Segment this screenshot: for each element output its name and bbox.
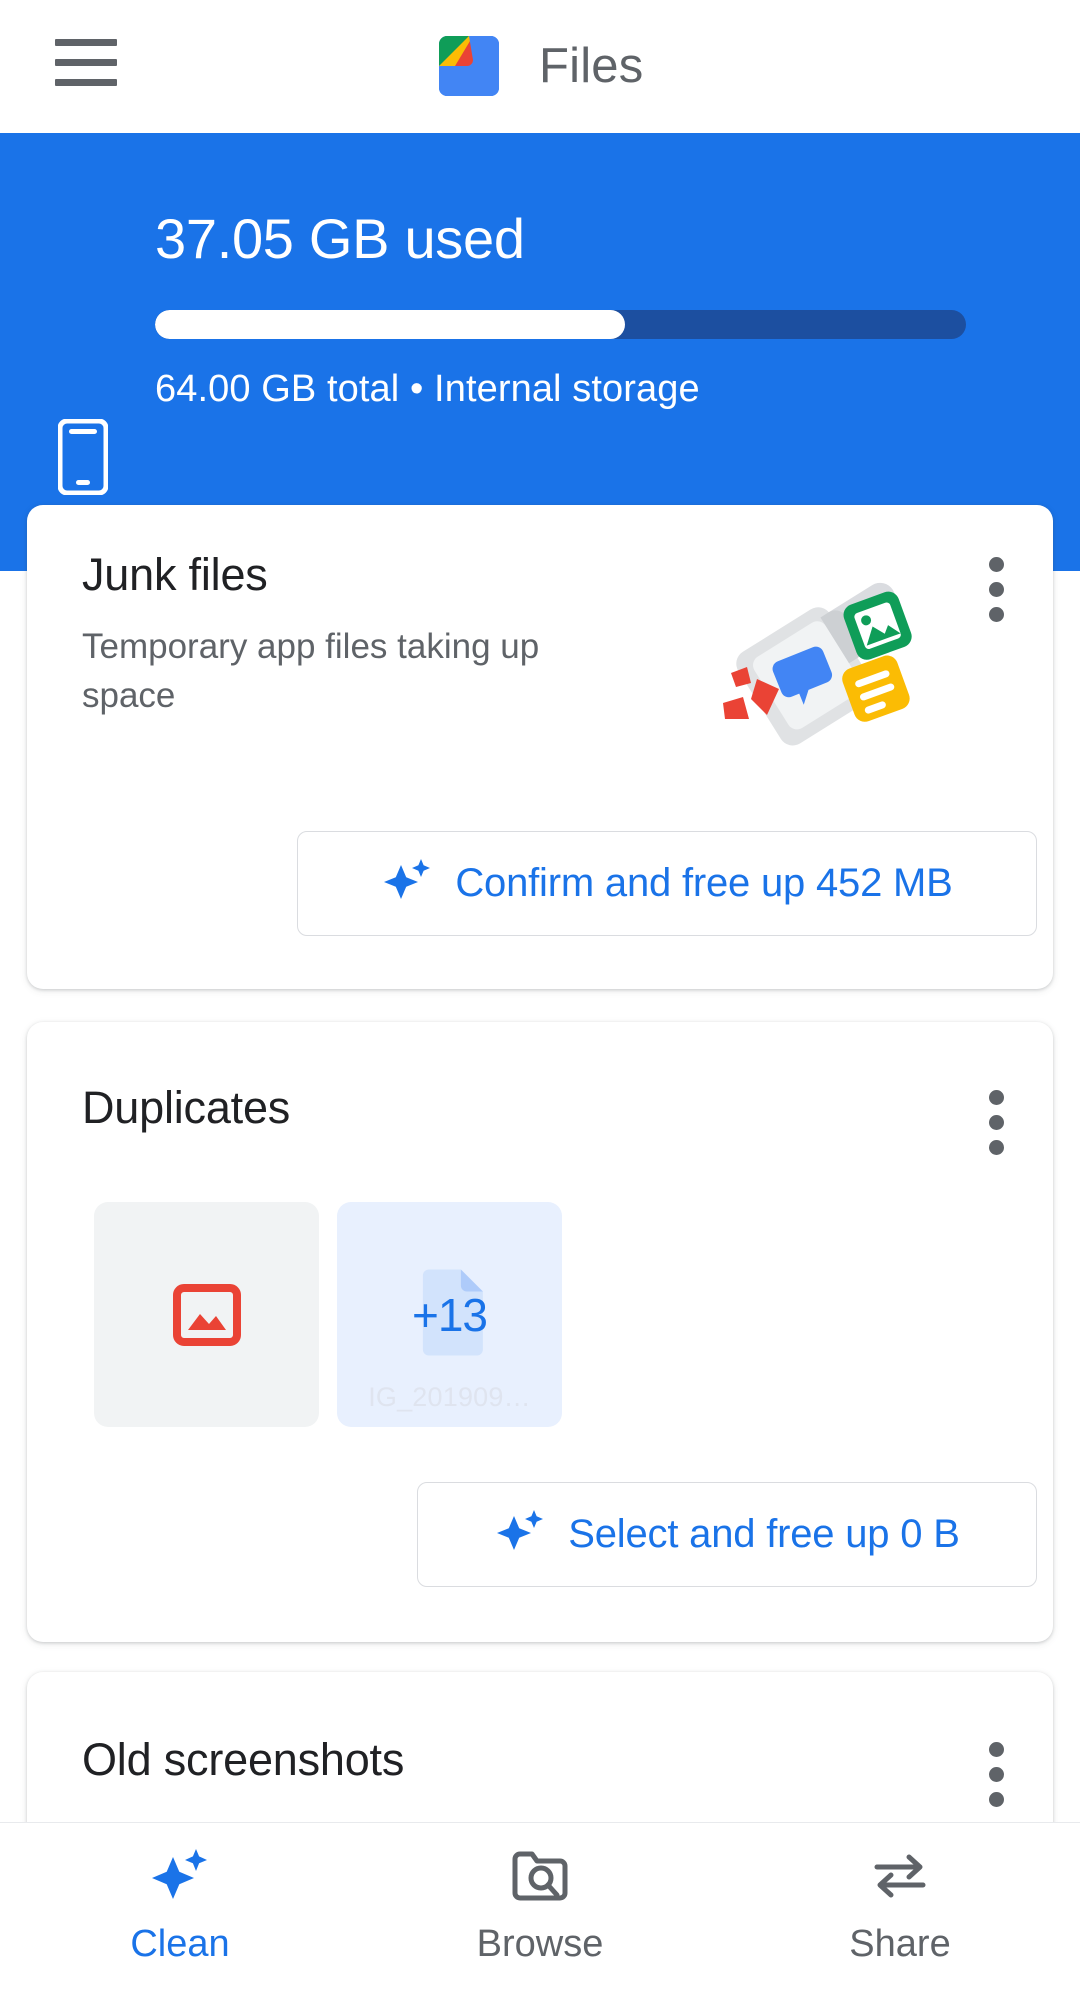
more-vert-icon[interactable] <box>987 1090 1005 1155</box>
nav-tab-clean[interactable]: Clean <box>0 1823 360 2010</box>
card-title: Duplicates <box>82 1082 291 1133</box>
dot <box>988 1792 1004 1807</box>
duplicate-count-label: +13 <box>411 1288 488 1341</box>
dot <box>988 1090 1004 1105</box>
dot <box>988 1742 1004 1757</box>
hamburger-line <box>55 58 117 66</box>
transfer-arrows-icon <box>869 1845 931 1907</box>
app-title: Files <box>539 39 644 93</box>
files-app-logo-icon <box>425 22 513 110</box>
nav-tab-clean-label: Clean <box>130 1923 230 1965</box>
sparkle-icon <box>149 1845 211 1907</box>
brand: Files <box>425 22 643 110</box>
dot <box>988 557 1004 572</box>
duplicate-filename-label: IG_201909… <box>368 1382 531 1412</box>
card-title: Junk files <box>82 549 268 600</box>
storage-progress-fill <box>155 310 625 339</box>
more-vert-icon[interactable] <box>987 1742 1005 1807</box>
app-bar: Files <box>0 0 1080 133</box>
hamburger-menu-icon[interactable] <box>55 33 117 91</box>
duplicate-thumbnail[interactable] <box>94 1202 319 1427</box>
hamburger-line <box>55 78 117 86</box>
junk-files-illustration-icon <box>717 569 957 749</box>
card-title: Old screenshots <box>82 1734 405 1785</box>
hamburger-line <box>55 38 117 46</box>
dot <box>988 582 1004 597</box>
dot <box>988 607 1004 622</box>
files-app-screen: Files 37.05 GB used 64.00 GB total • Int… <box>0 0 1080 2010</box>
select-free-up-button[interactable]: Select and free up 0 B <box>417 1482 1037 1587</box>
dot <box>988 1140 1004 1155</box>
duplicate-thumbnail-more[interactable]: +13 IG_201909… <box>337 1202 562 1427</box>
more-vert-icon[interactable] <box>987 557 1005 622</box>
dot <box>988 1115 1004 1130</box>
storage-total-text: 64.00 GB total • Internal storage <box>155 368 700 410</box>
image-icon <box>94 1202 319 1427</box>
nav-tab-share[interactable]: Share <box>720 1823 1080 2010</box>
nav-tab-browse-label: Browse <box>476 1923 604 1965</box>
sparkle-icon <box>494 1506 546 1563</box>
folder-search-icon <box>509 1845 571 1907</box>
card-subtitle: Temporary app files taking up space <box>82 627 540 715</box>
confirm-free-up-button[interactable]: Confirm and free up 452 MB <box>297 831 1037 936</box>
bottom-navigation: Clean Browse Share <box>0 1822 1080 2010</box>
sparkle-icon <box>381 855 433 912</box>
nav-tab-share-label: Share <box>849 1923 951 1965</box>
storage-progress-bar <box>155 310 966 339</box>
storage-used-text: 37.05 GB used <box>155 207 525 270</box>
dot <box>988 1767 1004 1782</box>
card-duplicates[interactable]: Duplicates +13 IG_201909… Select and fre… <box>27 1022 1053 1642</box>
confirm-free-up-label: Confirm and free up 452 MB <box>455 861 953 905</box>
select-free-up-label: Select and free up 0 B <box>568 1512 960 1556</box>
phone-icon <box>57 418 109 496</box>
card-junk-files[interactable]: Junk files Temporary app files taking up… <box>27 505 1053 989</box>
nav-tab-browse[interactable]: Browse <box>360 1823 720 2010</box>
